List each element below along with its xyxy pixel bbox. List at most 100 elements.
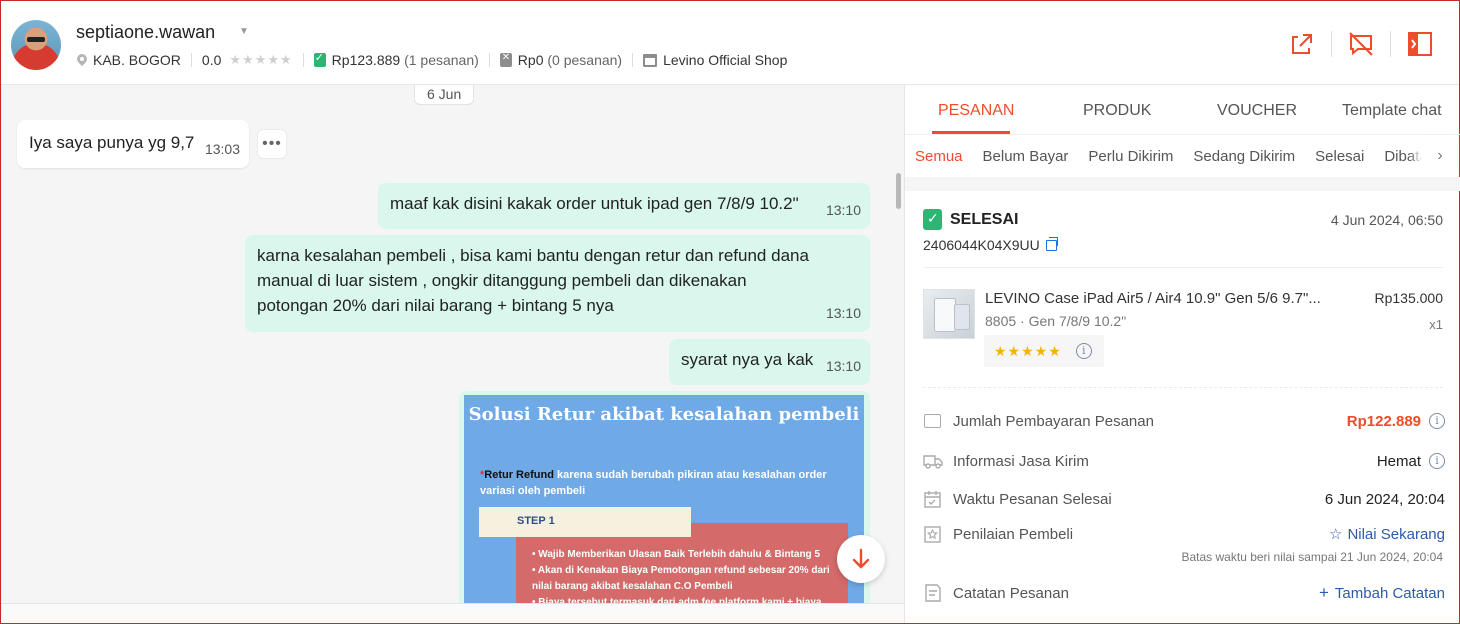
paid-amount: Rp123.889 xyxy=(331,52,401,68)
star-outline-icon: ☆ xyxy=(1328,526,1343,543)
paid-orders-icon xyxy=(313,51,326,67)
chat-messages[interactable]: 6 Jun Iya saya punya yg 9,7 13:03 ••• ma… xyxy=(1,85,904,603)
header-actions xyxy=(1287,29,1435,59)
chevron-right-icon[interactable]: › xyxy=(1421,137,1459,175)
add-note-label: Tambah Catatan xyxy=(1334,584,1445,602)
buyer-review-row: Penilaian Pembeli ☆ Nilai Sekarang xyxy=(923,522,1445,546)
order-complete-icon xyxy=(923,209,942,230)
order-id-text: 2406044K04X9UU xyxy=(923,237,1040,253)
add-note-link[interactable]: + Tambah Catatan xyxy=(1319,583,1445,603)
completed-time-row: Waktu Pesanan Selesai 6 Jun 2024, 20:04 xyxy=(923,487,1445,511)
date-divider: 6 Jun xyxy=(414,85,475,105)
share-icon[interactable] xyxy=(1287,29,1317,59)
review-icon xyxy=(923,525,943,543)
image-message[interactable]: Solusi Retur akibat kesalahan pembeli *R… xyxy=(459,391,870,603)
subtab-belum-bayar[interactable]: Belum Bayar xyxy=(983,148,1069,165)
product-rating: ★★★★★ i xyxy=(984,335,1104,367)
cancelled-orders-icon xyxy=(499,52,512,67)
subtab-perlu-dikirim[interactable]: Perlu Dikirim xyxy=(1088,148,1173,165)
chat-scrollbar[interactable] xyxy=(896,173,901,209)
message-outgoing[interactable]: syarat nya ya kak 13:10 xyxy=(669,339,870,385)
location-pin-icon xyxy=(77,54,87,67)
poster-text: *Retur Refund karena sudah berubah pikir… xyxy=(480,469,827,497)
note-icon xyxy=(923,584,943,602)
truck-icon xyxy=(923,452,943,470)
rating-stars-icon: ★★★★★ xyxy=(229,52,293,67)
toggle-panel-icon[interactable] xyxy=(1405,29,1435,59)
order-status-text: SELESAI xyxy=(950,210,1019,228)
payment-label: Jumlah Pembayaran Pesanan xyxy=(953,412,1154,430)
message-time: 13:10 xyxy=(825,202,861,218)
subtab-selesai[interactable]: Selesai xyxy=(1315,148,1364,165)
notes-label: Catatan Pesanan xyxy=(953,584,1069,602)
message-time: 13:03 xyxy=(204,141,240,157)
shipping-label: Informasi Jasa Kirim xyxy=(953,452,1089,470)
product-variant: 8805 · Gen 7/8/9 10.2" xyxy=(985,313,1127,329)
message-outgoing[interactable]: maaf kak disini kakak order untuk ipad g… xyxy=(378,183,870,229)
review-deadline: Batas waktu beri nilai sampai 21 Jun 202… xyxy=(1181,550,1444,564)
tab-pesanan[interactable]: PESANAN xyxy=(938,102,1014,120)
message-time: 13:10 xyxy=(825,358,861,374)
info-icon[interactable]: i xyxy=(1075,343,1092,359)
cancelled-count: (0 pesanan) xyxy=(547,52,623,68)
copy-icon[interactable] xyxy=(1045,236,1058,251)
more-options-button[interactable]: ••• xyxy=(257,129,287,159)
message-time: 13:10 xyxy=(825,305,861,321)
caret-down-icon[interactable]: ▼ xyxy=(239,26,249,37)
completed-time-label: Waktu Pesanan Selesai xyxy=(953,490,1112,508)
return-policy-image[interactable]: Solusi Retur akibat kesalahan pembeli *R… xyxy=(464,395,864,603)
paid-count: (1 pesanan) xyxy=(404,52,479,68)
subtab-semua[interactable]: Semua xyxy=(915,148,963,165)
mute-notification-icon[interactable] xyxy=(1346,29,1376,59)
order-date: 4 Jun 2024, 06:50 xyxy=(1330,212,1443,228)
completed-time-value: 6 Jun 2024, 20:04 xyxy=(1324,490,1445,508)
message-incoming[interactable]: Iya saya punya yg 9,7 13:03 xyxy=(17,120,249,168)
shipping-value: Hemat xyxy=(1376,452,1421,470)
arrow-down-icon xyxy=(852,548,870,569)
rate-now-link[interactable]: ☆ Nilai Sekarang xyxy=(1328,525,1445,544)
calendar-check-icon xyxy=(923,490,943,508)
message-input-area[interactable] xyxy=(1,603,904,623)
buyer-rating: 0.0 xyxy=(201,52,222,68)
shipping-row: Informasi Jasa Kirim Hemat i xyxy=(923,449,1445,473)
review-label: Penilaian Pembeli xyxy=(953,525,1074,543)
product-price: Rp135.000 xyxy=(1374,290,1443,306)
buyer-location: KAB. BOGOR xyxy=(93,52,181,68)
poster-bullet: Wajib Memberikan Ulasan Baik Terlebih da… xyxy=(532,547,847,563)
info-icon[interactable]: i xyxy=(1429,413,1445,429)
order-id[interactable]: 2406044K04X9UU xyxy=(923,236,1058,253)
message-outgoing[interactable]: karna kesalahan pembeli , bisa kami bant… xyxy=(245,235,870,332)
message-text: syarat nya ya kak xyxy=(681,350,814,369)
poster-bullet: Akan di Kenakan Biaya Pemotongan refund … xyxy=(532,563,847,595)
plus-icon: + xyxy=(1318,583,1329,602)
info-icon[interactable]: i xyxy=(1429,453,1445,469)
product-name[interactable]: LEVINO Case iPad Air5 / Air4 10.9" Gen 5… xyxy=(985,290,1365,307)
cancelled-amount: Rp0 xyxy=(517,52,544,68)
product-thumbnail[interactable] xyxy=(923,289,975,339)
order-status: SELESAI xyxy=(923,209,1018,230)
username[interactable]: septiaone.wawan xyxy=(76,22,215,43)
tab-produk[interactable]: PRODUK xyxy=(1083,102,1151,120)
message-text: karna kesalahan pembeli , bisa kami bant… xyxy=(257,246,809,315)
poster-bullet: Biaya tersebut termasuk dari adm fee pla… xyxy=(532,595,847,603)
payment-icon xyxy=(923,412,943,430)
subtab-sedang-dikirim[interactable]: Sedang Dikirim xyxy=(1193,148,1295,165)
order-panel: PESANAN PRODUK VOUCHER Template chat Sem… xyxy=(904,85,1460,623)
poster-step: STEP 1 xyxy=(479,507,691,537)
panel-tabs: PESANAN PRODUK VOUCHER Template chat xyxy=(905,85,1460,135)
rating-stars-icon: ★★★★★ xyxy=(994,342,1062,359)
scroll-to-bottom-button[interactable] xyxy=(837,535,885,583)
rate-now-label: Nilai Sekarang xyxy=(1347,525,1445,543)
order-status-filter: Semua Belum Bayar Perlu Dikirim Sedang D… xyxy=(905,135,1460,177)
product-quantity: x1 xyxy=(1429,317,1443,332)
poster-title: Solusi Retur akibat kesalahan pembeli xyxy=(468,404,860,425)
message-text: maaf kak disini kakak order untuk ipad g… xyxy=(390,194,799,213)
order-notes-row: Catatan Pesanan + Tambah Catatan xyxy=(923,581,1445,605)
tab-template-chat[interactable]: Template chat xyxy=(1342,102,1442,120)
message-text: Iya saya punya yg 9,7 xyxy=(29,133,195,152)
avatar[interactable] xyxy=(11,20,61,70)
tab-voucher[interactable]: VOUCHER xyxy=(1217,102,1297,120)
active-tab-indicator xyxy=(932,131,1010,134)
payment-value: Rp122.889 xyxy=(1346,412,1421,430)
shop-name: Levino Official Shop xyxy=(663,52,788,68)
